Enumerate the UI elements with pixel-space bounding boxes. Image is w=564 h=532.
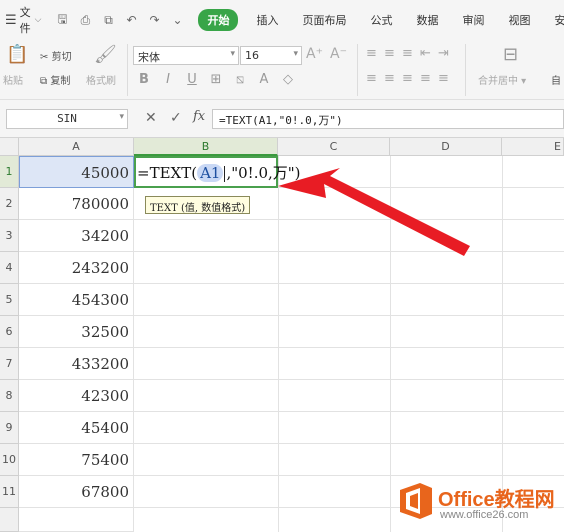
format-painter-button[interactable]: 格式刷 [86, 72, 116, 87]
increase-font-icon[interactable]: A⁺ [306, 46, 323, 62]
redo-icon[interactable]: ↷ [147, 13, 161, 27]
undo-icon[interactable]: ↶ [124, 13, 138, 27]
save-icon[interactable]: 🖫 [55, 10, 69, 31]
merge-center-icon[interactable]: ⊟ [503, 44, 518, 65]
paste-icon[interactable]: 📋 [6, 44, 28, 65]
tab-review[interactable]: 审阅 [462, 12, 484, 28]
decrease-font-icon[interactable]: A⁻ [330, 46, 347, 62]
ribbon-tabs: 开始 插入 页面布局 公式 数据 审阅 视图 安全 [198, 9, 564, 31]
format-painter-icon[interactable]: 🖌 [94, 44, 117, 65]
chevron-down-icon: ⌵ [34, 15, 42, 25]
tab-formulas[interactable]: 公式 [370, 12, 392, 28]
border-icon[interactable]: ⊞ [209, 72, 223, 87]
align-center-icon[interactable]: ≡ [384, 71, 402, 86]
align-bottom-icon[interactable]: ≡ [402, 46, 420, 61]
paste-button[interactable]: 粘贴 [3, 72, 23, 87]
cancel-icon[interactable]: ✕ [145, 110, 157, 126]
name-box[interactable]: SIN ▾ [6, 109, 128, 129]
font-name-select[interactable]: 宋体 ▾ [133, 46, 239, 65]
clear-format-icon[interactable]: ◇ [281, 72, 295, 87]
formula-bar: SIN ▾ ✕ ✓ fx =TEXT(A1,"0!.0,万") [0, 100, 564, 138]
quick-access-toolbar: 🖫 ⎙ ⧉ ↶ ↷ ⌄ [55, 10, 184, 31]
alignment-buttons: ≡ ≡ ≡ ⇤ ⇥ ≡ ≡ ≡ ≡ ≡ [366, 46, 456, 86]
confirm-icon[interactable]: ✓ [170, 110, 182, 126]
customize-icon[interactable]: ⌄ [170, 13, 184, 27]
align-middle-icon[interactable]: ≡ [384, 46, 402, 61]
tab-page-layout[interactable]: 页面布局 [302, 12, 346, 28]
watermark-title: Office教程网 [438, 489, 555, 511]
watermark-url: www.office26.com [440, 509, 529, 521]
divider [357, 44, 358, 96]
tab-view[interactable]: 视图 [508, 12, 530, 28]
merge-center-button[interactable]: 合并居中 ▾ [478, 72, 526, 87]
divider [127, 44, 128, 96]
align-top-icon[interactable]: ≡ [366, 46, 384, 61]
tab-data[interactable]: 数据 [416, 12, 438, 28]
tab-insert[interactable]: 插入 [256, 12, 278, 28]
spreadsheet-grid: A B C D E 1 45000 2 780000 3 34200 4 243200 5 454… [0, 138, 564, 532]
insert-function-icon[interactable]: fx [193, 109, 205, 124]
justify-icon[interactable]: ≡ [420, 71, 438, 86]
cut-button[interactable]: ✂ 剪切 [40, 48, 72, 63]
menu-bar: ☰ 文件 ⌵ 🖫 ⎙ ⧉ ↶ ↷ ⌄ 开始 插入 页面布局 公式 数据 审阅 视… [0, 0, 564, 40]
fill-color-icon[interactable]: ⧅ [233, 72, 247, 87]
watermark: Office教程网 www.office26.com [398, 480, 560, 530]
font-color-icon[interactable]: A [257, 72, 271, 87]
ribbon: 📋 粘贴 ✂ 剪切 ⧉ 复制 🖌 格式刷 宋体 ▾ 16 ▾ A⁺ A⁻ B I U… [0, 40, 564, 100]
hamburger-icon: ☰ [5, 12, 17, 28]
align-right-icon[interactable]: ≡ [402, 71, 420, 86]
auto-wrap-button[interactable]: 自 [551, 72, 561, 87]
italic-icon[interactable]: I [161, 72, 175, 87]
underline-icon[interactable]: U [185, 72, 199, 87]
font-size-select[interactable]: 16 ▾ [240, 46, 302, 65]
file-menu-label: 文件 [19, 6, 31, 35]
copy-button[interactable]: ⧉ 复制 [40, 72, 70, 87]
tab-security[interactable]: 安全 [554, 12, 564, 28]
bold-icon[interactable]: B [137, 72, 151, 87]
scissors-icon: ✂ [40, 52, 49, 63]
align-left-icon[interactable]: ≡ [366, 71, 384, 86]
office-logo-icon [400, 483, 432, 519]
chevron-down-icon: ▾ [119, 112, 124, 122]
formula-input[interactable]: =TEXT(A1,"0!.0,万") [212, 109, 564, 129]
tab-home[interactable]: 开始 [198, 9, 239, 31]
indent-increase-icon[interactable]: ⇥ [438, 46, 456, 61]
red-arrow-annotation [278, 168, 470, 256]
format-buttons: B I U ⊞ ⧅ A ◇ [137, 72, 295, 87]
divider [465, 44, 466, 96]
print-icon[interactable]: ⎙ [78, 13, 92, 28]
distributed-icon[interactable]: ≡ [438, 71, 456, 86]
indent-decrease-icon[interactable]: ⇤ [420, 46, 438, 61]
file-menu[interactable]: ☰ 文件 ⌵ [0, 0, 41, 40]
chevron-down-icon: ▾ [293, 49, 298, 59]
copy-icon: ⧉ [40, 76, 48, 87]
print-preview-icon[interactable]: ⧉ [101, 13, 115, 28]
chevron-down-icon: ▾ [230, 49, 235, 59]
